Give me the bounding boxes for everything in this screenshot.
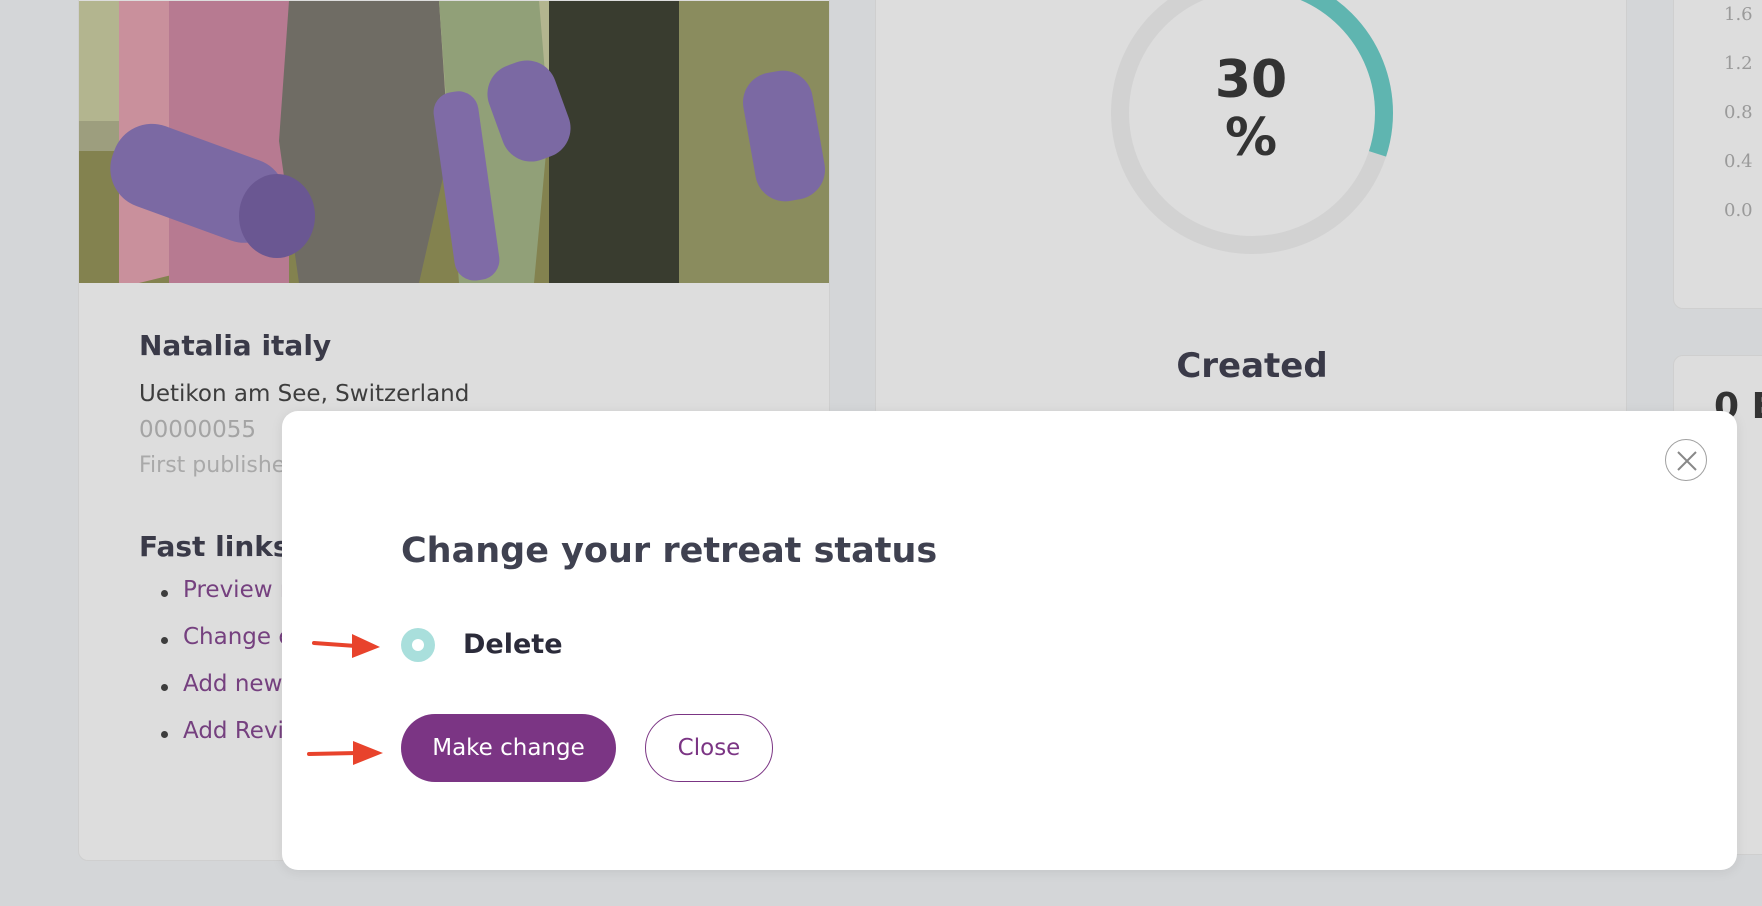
close-button[interactable]: Close bbox=[645, 714, 773, 782]
change-status-modal: Change your retreat status Delete Make c… bbox=[282, 411, 1737, 870]
y-tick-label: 0.0 bbox=[1724, 200, 1753, 221]
red-arrow-icon bbox=[307, 741, 383, 765]
modal-title: Change your retreat status bbox=[401, 531, 938, 571]
y-tick-label: 0.4 bbox=[1724, 151, 1753, 172]
y-tick-label: 1.6 bbox=[1724, 4, 1753, 25]
retreat-name: Natalia italy bbox=[139, 329, 332, 362]
fast-link-add-review[interactable]: Add Revie bbox=[159, 718, 298, 765]
fast-link-change[interactable]: Change c bbox=[159, 624, 298, 671]
fast-links-list: Preview r Change c Add new Add Revie bbox=[159, 577, 298, 765]
delete-option-label[interactable]: Delete bbox=[463, 629, 563, 660]
y-tick-label: 0.8 bbox=[1724, 102, 1753, 123]
progress-percentage: 30 % bbox=[1214, 50, 1288, 168]
close-icon[interactable] bbox=[1665, 439, 1707, 481]
retreat-location: Uetikon am See, Switzerland bbox=[139, 381, 470, 407]
fast-links-title: Fast links bbox=[139, 530, 290, 563]
delete-radio[interactable] bbox=[401, 628, 435, 662]
retreat-published-date: First published bbox=[139, 453, 300, 478]
chart-card: 1.6 1.2 0.8 0.4 0.0 bbox=[1673, 0, 1762, 309]
retreat-status-label: Created bbox=[1176, 346, 1328, 386]
fast-link-preview[interactable]: Preview r bbox=[159, 577, 298, 624]
fast-link-add-new[interactable]: Add new bbox=[159, 671, 298, 718]
retreat-id: 00000055 bbox=[139, 417, 257, 443]
progress-card: 30 % Created bbox=[875, 0, 1627, 440]
retreat-photo bbox=[79, 1, 829, 283]
make-change-button[interactable]: Make change bbox=[401, 714, 616, 782]
red-arrow-icon bbox=[312, 634, 380, 658]
y-tick-label: 1.2 bbox=[1724, 53, 1753, 74]
